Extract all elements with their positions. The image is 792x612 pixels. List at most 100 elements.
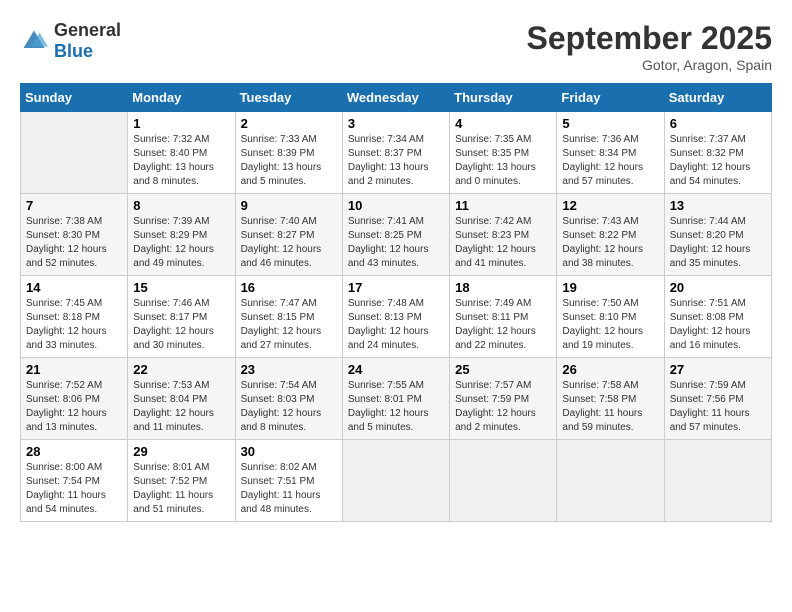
day-number: 6 bbox=[670, 116, 766, 131]
calendar-cell: 20 Sunrise: 7:51 AMSunset: 8:08 PMDayligh… bbox=[664, 276, 771, 358]
cell-info: Sunrise: 7:50 AMSunset: 8:10 PMDaylight:… bbox=[562, 297, 658, 353]
header-day-tuesday: Tuesday bbox=[235, 84, 342, 112]
cell-info: Sunrise: 7:32 AMSunset: 8:40 PMDaylight:… bbox=[133, 133, 229, 189]
calendar-cell bbox=[557, 440, 664, 522]
calendar-cell: 5Sunrise: 7:36 AMSunset: 8:34 PMDaylight… bbox=[557, 112, 664, 194]
day-number: 2 bbox=[241, 116, 337, 131]
day-number: 14 bbox=[26, 280, 122, 295]
calendar-cell: 17Sunrise: 7:48 AMSunset: 8:13 PMDayligh… bbox=[342, 276, 449, 358]
cell-info: Sunrise: 7:54 AMSunset: 8:03 PMDaylight:… bbox=[241, 379, 337, 435]
calendar-table: SundayMondayTuesdayWednesdayThursdayFrid… bbox=[20, 83, 772, 522]
logo-icon bbox=[20, 27, 48, 55]
calendar-body: 1Sunrise: 7:32 AMSunset: 8:40 PMDaylight… bbox=[21, 112, 772, 522]
calendar-cell: 22 Sunrise: 7:53 AMSunset: 8:04 PMDayligh… bbox=[128, 358, 235, 440]
header-day-monday: Monday bbox=[128, 84, 235, 112]
week-row-3: 14 Sunrise: 7:45 AMSunset: 8:18 PMDayligh… bbox=[21, 276, 772, 358]
day-number: 24 bbox=[348, 362, 444, 377]
calendar-cell: 25Sunrise: 7:57 AMSunset: 7:59 PMDayligh… bbox=[450, 358, 557, 440]
cell-info: Sunrise: 7:44 AMSunset: 8:20 PMDaylight:… bbox=[670, 215, 766, 271]
cell-info: Sunrise: 7:33 AMSunset: 8:39 PMDaylight:… bbox=[241, 133, 337, 189]
day-number: 16 bbox=[241, 280, 337, 295]
page-header: General Blue September 2025 Gotor, Arago… bbox=[20, 20, 772, 73]
calendar-cell: 10 Sunrise: 7:41 AMSunset: 8:25 PMDayligh… bbox=[342, 194, 449, 276]
day-number: 26 bbox=[562, 362, 658, 377]
week-row-4: 21 Sunrise: 7:52 AMSunset: 8:06 PMDayligh… bbox=[21, 358, 772, 440]
cell-info: Sunrise: 7:37 AMSunset: 8:32 PMDaylight:… bbox=[670, 133, 766, 189]
calendar-cell: 12Sunrise: 7:43 AMSunset: 8:22 PMDayligh… bbox=[557, 194, 664, 276]
calendar-cell: 2 Sunrise: 7:33 AMSunset: 8:39 PMDaylight… bbox=[235, 112, 342, 194]
calendar-cell bbox=[21, 112, 128, 194]
calendar-cell bbox=[664, 440, 771, 522]
day-number: 30 bbox=[241, 444, 337, 459]
header-day-wednesday: Wednesday bbox=[342, 84, 449, 112]
cell-info: Sunrise: 7:36 AMSunset: 8:34 PMDaylight:… bbox=[562, 133, 658, 189]
cell-info: Sunrise: 8:01 AMSunset: 7:52 PMDaylight:… bbox=[133, 461, 229, 517]
calendar-cell: 16 Sunrise: 7:47 AMSunset: 8:15 PMDayligh… bbox=[235, 276, 342, 358]
calendar-cell: 24 Sunrise: 7:55 AMSunset: 8:01 PMDayligh… bbox=[342, 358, 449, 440]
day-number: 22 bbox=[133, 362, 229, 377]
week-row-5: 28Sunrise: 8:00 AMSunset: 7:54 PMDayligh… bbox=[21, 440, 772, 522]
calendar-cell: 19 Sunrise: 7:50 AMSunset: 8:10 PMDayligh… bbox=[557, 276, 664, 358]
week-row-1: 1Sunrise: 7:32 AMSunset: 8:40 PMDaylight… bbox=[21, 112, 772, 194]
logo-general: General bbox=[54, 20, 121, 40]
location: Gotor, Aragon, Spain bbox=[527, 57, 772, 73]
calendar-cell: 14 Sunrise: 7:45 AMSunset: 8:18 PMDayligh… bbox=[21, 276, 128, 358]
header-row: SundayMondayTuesdayWednesdayThursdayFrid… bbox=[21, 84, 772, 112]
day-number: 29 bbox=[133, 444, 229, 459]
day-number: 7 bbox=[26, 198, 122, 213]
calendar-cell: 9 Sunrise: 7:40 AMSunset: 8:27 PMDaylight… bbox=[235, 194, 342, 276]
cell-info: Sunrise: 7:41 AMSunset: 8:25 PMDaylight:… bbox=[348, 215, 444, 271]
cell-info: Sunrise: 7:52 AMSunset: 8:06 PMDaylight:… bbox=[26, 379, 122, 435]
calendar-cell: 21 Sunrise: 7:52 AMSunset: 8:06 PMDayligh… bbox=[21, 358, 128, 440]
day-number: 25 bbox=[455, 362, 551, 377]
calendar-cell: 27 Sunrise: 7:59 AMSunset: 7:56 PMDayligh… bbox=[664, 358, 771, 440]
month-title: September 2025 bbox=[527, 20, 772, 57]
logo-text: General Blue bbox=[54, 20, 121, 62]
calendar-cell: 8Sunrise: 7:39 AMSunset: 8:29 PMDaylight… bbox=[128, 194, 235, 276]
cell-info: Sunrise: 7:38 AMSunset: 8:30 PMDaylight:… bbox=[26, 215, 122, 271]
calendar-cell: 23Sunrise: 7:54 AMSunset: 8:03 PMDayligh… bbox=[235, 358, 342, 440]
day-number: 19 bbox=[562, 280, 658, 295]
cell-info: Sunrise: 8:02 AMSunset: 7:51 PMDaylight:… bbox=[241, 461, 337, 517]
calendar-cell: 28Sunrise: 8:00 AMSunset: 7:54 PMDayligh… bbox=[21, 440, 128, 522]
calendar-cell: 18Sunrise: 7:49 AMSunset: 8:11 PMDayligh… bbox=[450, 276, 557, 358]
calendar-cell: 26 Sunrise: 7:58 AMSunset: 7:58 PMDayligh… bbox=[557, 358, 664, 440]
day-number: 21 bbox=[26, 362, 122, 377]
header-day-saturday: Saturday bbox=[664, 84, 771, 112]
cell-info: Sunrise: 7:46 AMSunset: 8:17 PMDaylight:… bbox=[133, 297, 229, 353]
day-number: 11 bbox=[455, 198, 551, 213]
calendar-cell: 7 Sunrise: 7:38 AMSunset: 8:30 PMDaylight… bbox=[21, 194, 128, 276]
header-day-sunday: Sunday bbox=[21, 84, 128, 112]
calendar-cell bbox=[342, 440, 449, 522]
week-row-2: 7 Sunrise: 7:38 AMSunset: 8:30 PMDaylight… bbox=[21, 194, 772, 276]
calendar-cell: 4Sunrise: 7:35 AMSunset: 8:35 PMDaylight… bbox=[450, 112, 557, 194]
cell-info: Sunrise: 7:55 AMSunset: 8:01 PMDaylight:… bbox=[348, 379, 444, 435]
calendar-cell: 15Sunrise: 7:46 AMSunset: 8:17 PMDayligh… bbox=[128, 276, 235, 358]
day-number: 20 bbox=[670, 280, 766, 295]
logo: General Blue bbox=[20, 20, 121, 62]
cell-info: Sunrise: 7:49 AMSunset: 8:11 PMDaylight:… bbox=[455, 297, 551, 353]
day-number: 28 bbox=[26, 444, 122, 459]
calendar-cell bbox=[450, 440, 557, 522]
day-number: 9 bbox=[241, 198, 337, 213]
day-number: 13 bbox=[670, 198, 766, 213]
header-day-thursday: Thursday bbox=[450, 84, 557, 112]
logo-blue: Blue bbox=[54, 41, 93, 61]
cell-info: Sunrise: 7:53 AMSunset: 8:04 PMDaylight:… bbox=[133, 379, 229, 435]
cell-info: Sunrise: 7:59 AMSunset: 7:56 PMDaylight:… bbox=[670, 379, 766, 435]
cell-info: Sunrise: 7:48 AMSunset: 8:13 PMDaylight:… bbox=[348, 297, 444, 353]
cell-info: Sunrise: 7:45 AMSunset: 8:18 PMDaylight:… bbox=[26, 297, 122, 353]
cell-info: Sunrise: 7:40 AMSunset: 8:27 PMDaylight:… bbox=[241, 215, 337, 271]
cell-info: Sunrise: 7:42 AMSunset: 8:23 PMDaylight:… bbox=[455, 215, 551, 271]
calendar-cell: 1Sunrise: 7:32 AMSunset: 8:40 PMDaylight… bbox=[128, 112, 235, 194]
day-number: 4 bbox=[455, 116, 551, 131]
calendar-cell: 11 Sunrise: 7:42 AMSunset: 8:23 PMDayligh… bbox=[450, 194, 557, 276]
cell-info: Sunrise: 7:47 AMSunset: 8:15 PMDaylight:… bbox=[241, 297, 337, 353]
cell-info: Sunrise: 7:58 AMSunset: 7:58 PMDaylight:… bbox=[562, 379, 658, 435]
calendar-header: SundayMondayTuesdayWednesdayThursdayFrid… bbox=[21, 84, 772, 112]
cell-info: Sunrise: 7:51 AMSunset: 8:08 PMDaylight:… bbox=[670, 297, 766, 353]
day-number: 10 bbox=[348, 198, 444, 213]
day-number: 3 bbox=[348, 116, 444, 131]
day-number: 27 bbox=[670, 362, 766, 377]
calendar-cell: 3Sunrise: 7:34 AMSunset: 8:37 PMDaylight… bbox=[342, 112, 449, 194]
